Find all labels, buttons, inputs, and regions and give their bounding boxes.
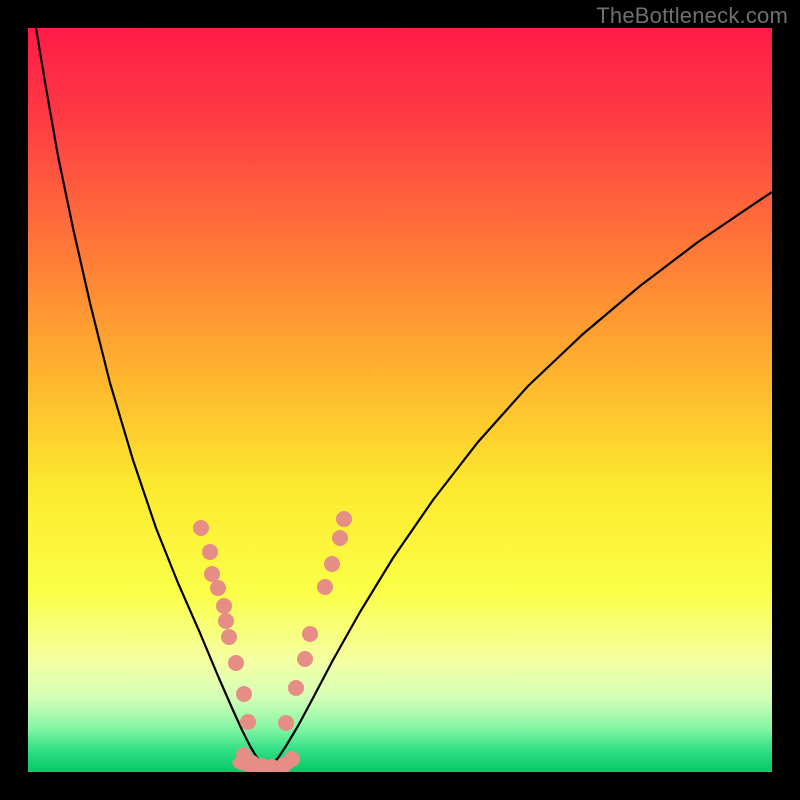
marker-dot bbox=[210, 580, 226, 596]
marker-dot bbox=[228, 655, 244, 671]
marker-dot bbox=[288, 680, 304, 696]
marker-dot bbox=[193, 520, 209, 536]
marker-dot bbox=[324, 556, 340, 572]
marker-dot bbox=[216, 598, 232, 614]
right-curve bbox=[272, 192, 772, 764]
marker-dot bbox=[204, 566, 220, 582]
marker-dot bbox=[278, 715, 294, 731]
marker-dot bbox=[240, 714, 256, 730]
watermark-text: TheBottleneck.com bbox=[596, 3, 788, 29]
marker-dot bbox=[221, 629, 237, 645]
marker-dot bbox=[284, 751, 300, 767]
chart-curves bbox=[28, 28, 772, 772]
left-curve bbox=[36, 28, 260, 762]
marker-dot bbox=[297, 651, 313, 667]
marker-dot bbox=[302, 626, 318, 642]
marker-dot bbox=[202, 544, 218, 560]
marker-dot bbox=[332, 530, 348, 546]
chart-frame: TheBottleneck.com bbox=[0, 0, 800, 800]
marker-dot bbox=[317, 579, 333, 595]
marker-dot bbox=[236, 686, 252, 702]
scatter-markers bbox=[193, 511, 352, 772]
plot-area bbox=[28, 28, 772, 772]
marker-dot bbox=[218, 613, 234, 629]
marker-dot bbox=[336, 511, 352, 527]
